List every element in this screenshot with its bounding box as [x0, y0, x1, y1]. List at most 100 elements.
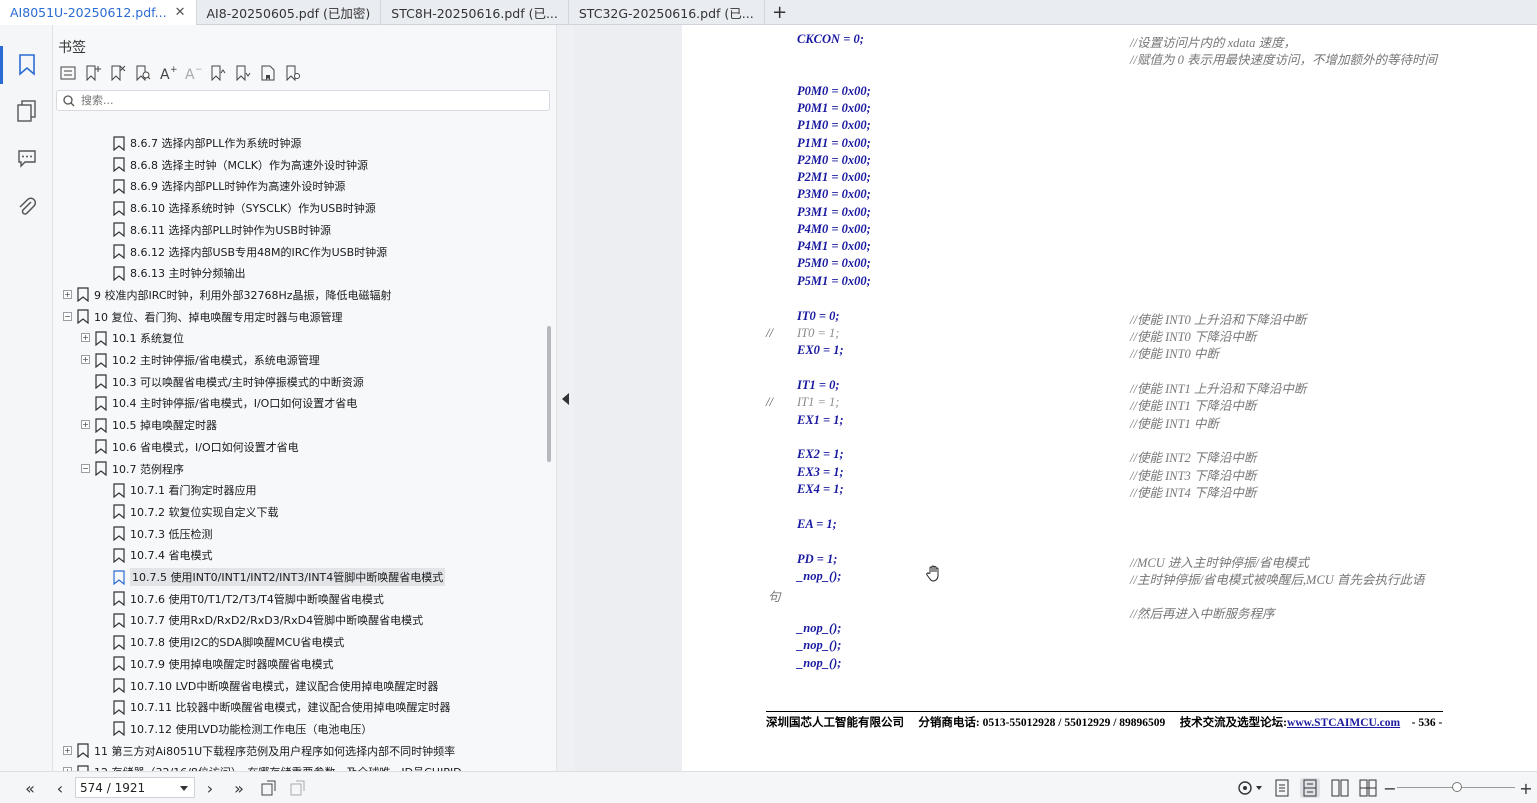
next-page-icon[interactable]: ›	[200, 778, 220, 798]
bookmark-label: 8.6.8 选择主时钟（MCLK）作为高速外设时钟源	[130, 158, 368, 172]
code-comment: //使能 INT1 下降沿中断	[1130, 399, 1257, 413]
font-decrease-icon[interactable]: A −	[183, 63, 203, 83]
tab-ai8[interactable]: AI8-20250605.pdf (已加密)	[197, 0, 382, 25]
bookmark-item[interactable]: 10.3 可以唤醒省电模式/主时钟停振模式的中断资源	[53, 372, 364, 392]
zoom-in-icon[interactable]: +	[1516, 778, 1536, 798]
expand-toggle-icon[interactable]: +	[63, 289, 72, 299]
bookmark-item[interactable]: +10.5 掉电唤醒定时器	[53, 415, 217, 435]
collapse-toggle-icon[interactable]: −	[81, 463, 90, 473]
bookmark-item[interactable]: 10.7.6 使用T0/T1/T2/T3/T4管脚中断唤醒省电模式	[53, 589, 384, 609]
bookmark-icon	[113, 569, 125, 585]
code-comment: //使能 INT1 中断	[1130, 417, 1219, 431]
bookmark-item[interactable]: +11 第三方对Ai8051U下载程序范例及用户程序如何选择内部不同时钟频率	[53, 741, 455, 761]
prev-page-icon[interactable]: ‹	[50, 778, 70, 798]
bookmark-icon	[113, 504, 125, 520]
bookmark-label: 10.3 可以唤醒省电模式/主时钟停振模式的中断资源	[112, 375, 364, 389]
bookmark-item[interactable]: 10.7.2 软复位实现自定义下载	[53, 502, 278, 522]
continuous-page-icon[interactable]	[1300, 778, 1320, 798]
add-bookmark-icon[interactable]	[83, 63, 103, 83]
delete-bookmark-icon[interactable]	[108, 63, 128, 83]
collapse-all-icon[interactable]	[233, 63, 253, 83]
bookmark-item[interactable]: 10.7.12 使用LVD功能检测工作电压（电池电压）	[53, 719, 372, 739]
bookmark-settings-icon[interactable]	[283, 63, 303, 83]
expand-toggle-icon[interactable]: +	[81, 420, 90, 430]
bookmark-icon	[77, 309, 89, 325]
bookmark-search[interactable]	[56, 90, 550, 111]
tab-stc8h[interactable]: STC8H-20250616.pdf (已...	[381, 0, 569, 25]
footer-forum-link[interactable]: www.STCAIMCU.com	[1287, 717, 1400, 729]
read-mode-icon[interactable]	[1236, 778, 1264, 798]
bookmark-item[interactable]: − 10.7 范例程序	[53, 459, 184, 479]
search-input[interactable]	[81, 92, 541, 109]
search-bookmark-icon[interactable]	[133, 63, 153, 83]
bookmark-item[interactable]: +10.1 系统复位	[53, 328, 184, 348]
bookmark-item[interactable]: 8.6.8 选择主时钟（MCLK）作为高速外设时钟源	[53, 155, 368, 175]
code-comment: //使能 INT4 下降沿中断	[1130, 486, 1257, 500]
bookmark-item[interactable]: +12 存储器（32/16/8位访问），在哪存储重要参数，及全球唯一ID号CHI…	[53, 762, 462, 771]
font-increase-icon[interactable]: A +	[158, 63, 178, 83]
bookmark-item[interactable]: 10.7.8 使用I2C的SDA脚唤醒MCU省电模式	[53, 632, 344, 652]
bookmark-item[interactable]: 10.7.10 LVD中断唤醒省电模式，建议配合使用掉电唤醒定时器	[53, 676, 438, 696]
panel-collapse-handle[interactable]	[556, 25, 574, 771]
comments-icon[interactable]	[13, 144, 41, 172]
bookmark-item[interactable]: 10.7.1 看门狗定时器应用	[53, 480, 256, 500]
expand-all-icon[interactable]	[208, 63, 228, 83]
bookmark-panel-icon[interactable]	[0, 46, 41, 84]
search-icon	[63, 95, 75, 107]
list-view-icon[interactable]	[58, 63, 78, 83]
tree-scrollbar[interactable]	[547, 326, 551, 462]
code-comment: //赋值为 0 表示用最快速度访问，不增加额外的等待时间	[1130, 53, 1437, 67]
zoom-out-icon[interactable]: −	[1380, 778, 1400, 798]
bookmark-item[interactable]: +9 校准内部IRC时钟，利用外部32768Hz晶振，降低电磁辐射	[53, 285, 392, 305]
code-comment: //然后再进入中断服务程序	[1130, 607, 1275, 621]
chevron-down-icon[interactable]	[180, 786, 188, 791]
first-page-icon[interactable]: «	[20, 778, 40, 798]
bookmark-item[interactable]: +10.2 主时钟停振/省电模式，系统电源管理	[53, 350, 320, 370]
page-number-input[interactable]: 574 / 1921	[75, 777, 195, 798]
code-line: IT0 = 0;	[797, 309, 840, 323]
bookmark-item[interactable]: 8.6.13 主时钟分频输出	[53, 263, 245, 283]
bookmark-item[interactable]: 10.7.9 使用掉电唤醒定时器唤醒省电模式	[53, 654, 333, 674]
bookmark-item[interactable]: 10.7.4 省电模式	[53, 545, 212, 565]
thumbnails-icon[interactable]	[13, 97, 41, 125]
expand-toggle-icon[interactable]: +	[81, 333, 90, 343]
code-line: P4M1 = 0x00;	[797, 239, 871, 253]
page-number-value: 574 / 1921	[80, 780, 146, 795]
bookmark-item[interactable]: 10.7.11 比较器中断唤醒省电模式，建议配合使用掉电唤醒定时器	[53, 697, 450, 717]
bookmark-item[interactable]: 8.6.7 选择内部PLL作为系统时钟源	[53, 133, 301, 153]
single-page-icon[interactable]	[1272, 778, 1292, 798]
bookmark-item[interactable]: 10.7.7 使用RxD/RxD2/RxD3/RxD4管脚中断唤醒省电模式	[53, 610, 423, 630]
attachment-icon[interactable]	[13, 193, 41, 221]
tab-stc32g[interactable]: STC32G-20250616.pdf (已...	[569, 0, 765, 25]
bookmark-label: 8.6.10 选择系统时钟（SYSCLK）作为USB时钟源	[130, 202, 376, 216]
bookmark-label: 10.1 系统复位	[112, 332, 184, 346]
bookmark-item[interactable]: 10.4 主时钟停振/省电模式，I/O口如何设置才省电	[53, 393, 357, 413]
bookmark-item[interactable]: 10.7.3 低压检测	[53, 524, 212, 544]
collapse-toggle-icon[interactable]: −	[63, 311, 72, 321]
hand-cursor-icon	[926, 565, 939, 582]
bookmark-item[interactable]: 8.6.12 选择内部USB专用48M的IRC作为USB时钟源	[53, 242, 387, 262]
bookmark-item[interactable]: 8.6.10 选择系统时钟（SYSCLK）作为USB时钟源	[53, 198, 376, 218]
bookmark-icon	[113, 200, 125, 216]
last-page-icon[interactable]: »	[229, 778, 249, 798]
close-icon[interactable]: ✕	[175, 5, 186, 20]
bookmark-item[interactable]: 10.6 省电模式，I/O口如何设置才省电	[53, 437, 299, 457]
zoom-slider-handle[interactable]	[1452, 782, 1462, 792]
expand-toggle-icon[interactable]: +	[63, 745, 72, 755]
bookmark-item[interactable]: 8.6.11 选择内部PLL时钟作为USB时钟源	[53, 220, 331, 240]
new-tab-button[interactable]: +	[765, 0, 795, 24]
svg-text:A: A	[185, 67, 195, 81]
expand-toggle-icon[interactable]: +	[81, 355, 90, 364]
two-page-continuous-icon[interactable]	[1358, 778, 1378, 798]
tab-ai8051u[interactable]: AI8051U-20250612.pdf... ✕	[0, 0, 197, 25]
page-bookmark-icon[interactable]	[258, 63, 278, 83]
two-page-icon[interactable]	[1330, 778, 1350, 798]
bookmark-item[interactable]: − 10 复位、看门狗、掉电唤醒专用定时器与电源管理	[53, 307, 343, 327]
bookmark-item[interactable]: 8.6.9 选择内部PLL时钟作为高速外设时钟源	[53, 176, 345, 196]
bookmark-icon	[113, 678, 125, 693]
rotate-page-icon[interactable]	[259, 778, 279, 798]
tab-label: AI8-20250605.pdf (已加密)	[206, 6, 371, 21]
bookmark-item[interactable]: 10.7.5 使用INT0/INT1/INT2/INT3/INT4管脚中断唤醒省…	[53, 567, 446, 587]
fit-page-icon[interactable]	[288, 778, 308, 798]
bookmark-tree: 8.6.7 选择内部PLL作为系统时钟源 8.6.8 选择主时钟（MCLK）作为高…	[53, 133, 547, 771]
